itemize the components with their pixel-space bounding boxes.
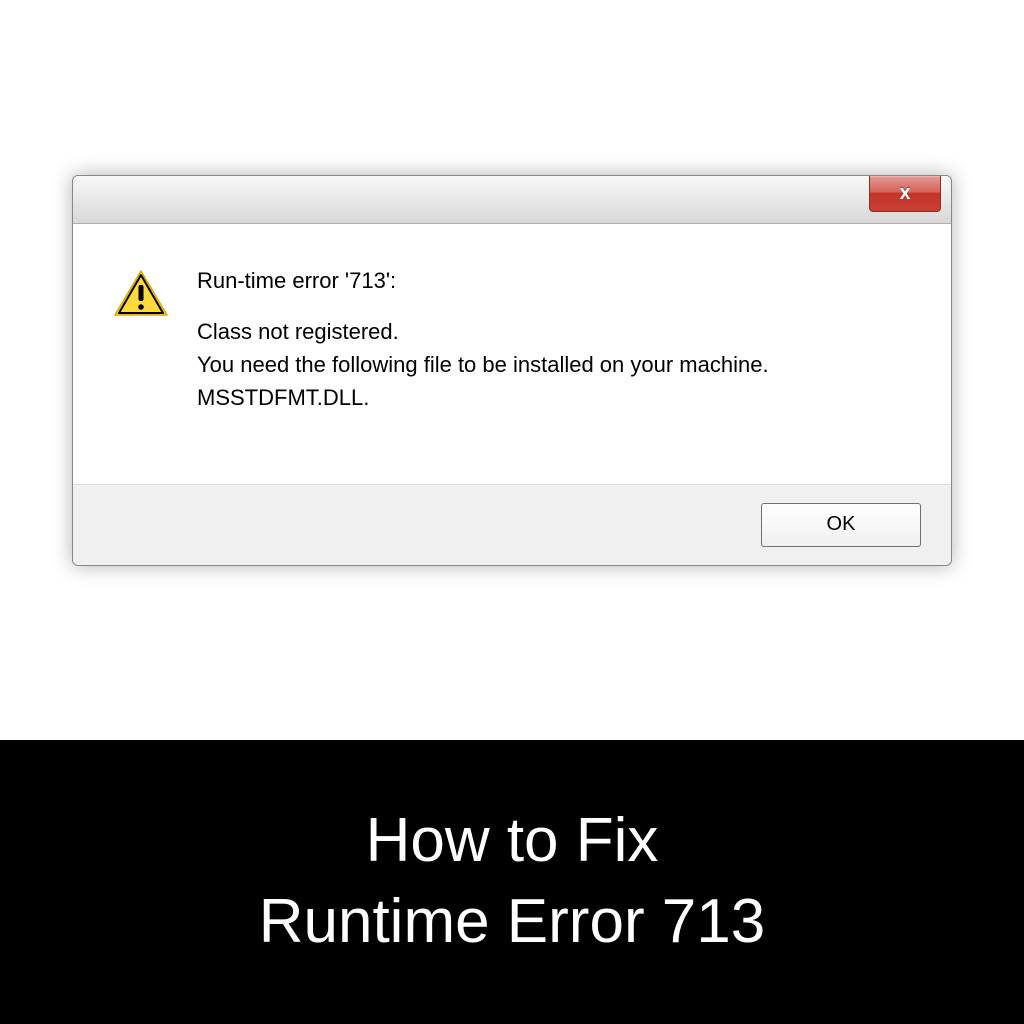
dialog-footer: OK	[73, 484, 951, 565]
error-line-2: You need the following file to be instal…	[197, 348, 921, 381]
upper-background: x Run-time error '713': Class not regist…	[0, 0, 1024, 740]
error-message: Run-time error '713': Class not register…	[197, 264, 921, 414]
error-line-1: Class not registered.	[197, 315, 921, 348]
warning-icon	[113, 269, 169, 324]
error-heading: Run-time error '713':	[197, 264, 921, 297]
banner-line-2: Runtime Error 713	[259, 882, 766, 963]
ok-button[interactable]: OK	[761, 503, 921, 547]
close-button[interactable]: x	[869, 176, 941, 212]
dialog-body: Run-time error '713': Class not register…	[73, 224, 951, 484]
error-line-3: MSSTDFMT.DLL.	[197, 381, 921, 414]
banner-title: How to Fix Runtime Error 713	[259, 801, 766, 962]
title-bar: x	[73, 176, 951, 224]
banner-line-1: How to Fix	[259, 801, 766, 882]
banner-area: How to Fix Runtime Error 713	[0, 740, 1024, 1024]
close-icon: x	[899, 182, 910, 205]
error-dialog: x Run-time error '713': Class not regist…	[72, 175, 952, 566]
